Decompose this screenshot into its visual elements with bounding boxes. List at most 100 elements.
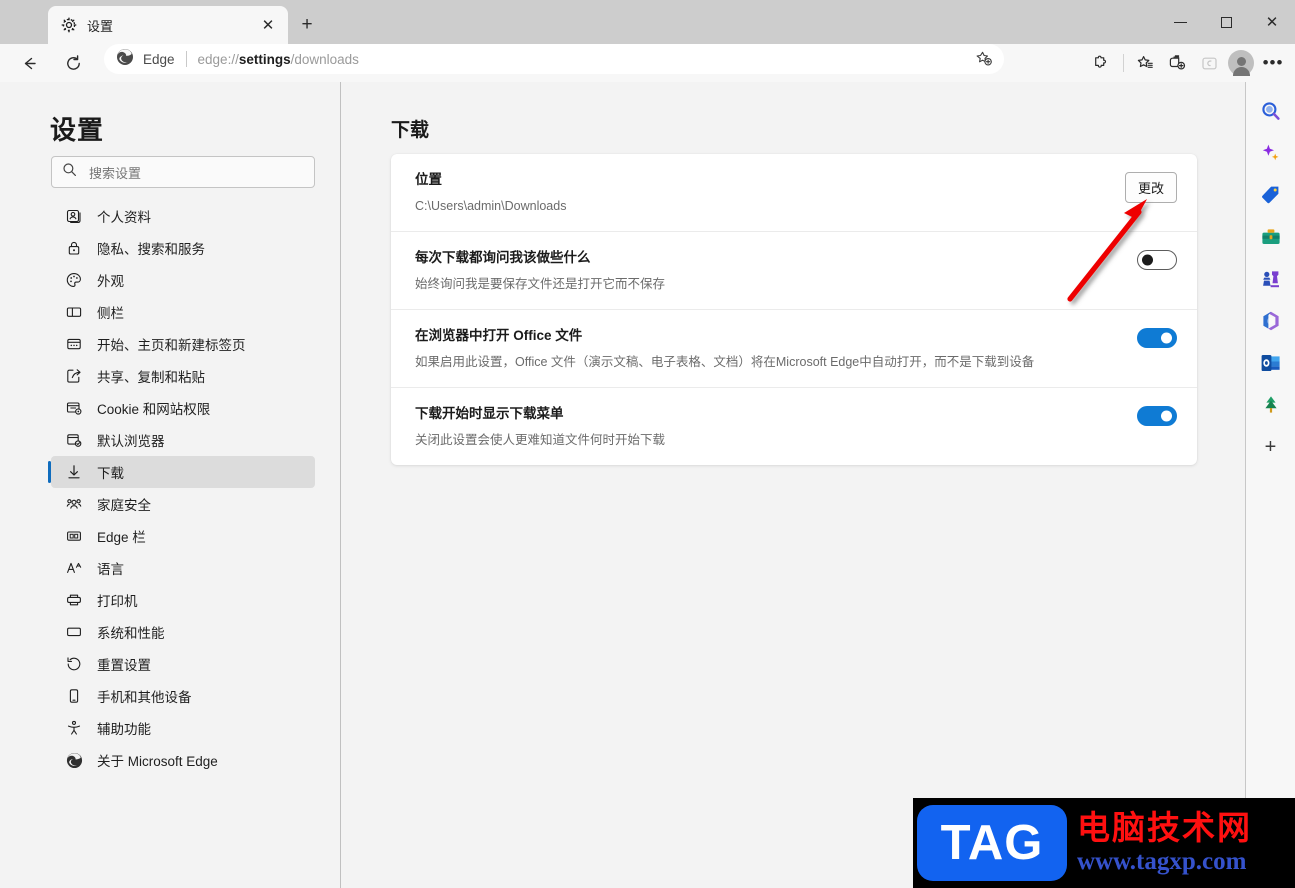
sidebar-item-default-browser[interactable]: 默认浏览器 bbox=[51, 424, 315, 456]
window-controls: ✕ bbox=[1157, 0, 1295, 44]
sidebar-item-label: 隐私、搜索和服务 bbox=[97, 242, 205, 257]
setting-title: 位置 bbox=[415, 172, 442, 187]
url-path: /downloads bbox=[290, 51, 359, 67]
sidebar-item-sidebar[interactable]: 侧栏 bbox=[51, 296, 315, 328]
sidebar-item-system-performance[interactable]: 系统和性能 bbox=[51, 616, 315, 648]
outlook-icon[interactable] bbox=[1254, 346, 1288, 380]
more-options-button[interactable]: ••• bbox=[1257, 47, 1289, 79]
sidebar-item-edge-bar[interactable]: Edge 栏 bbox=[51, 520, 315, 552]
add-sidebar-app-button[interactable]: + bbox=[1254, 430, 1288, 464]
sidebar-item-family-safety[interactable]: 家庭安全 bbox=[51, 488, 315, 520]
title-bar: 设置 ✕ + ✕ bbox=[0, 0, 1295, 44]
setting-subtitle: C:\Users\admin\Downloads bbox=[415, 199, 567, 213]
sidebar-item-share-copy-paste[interactable]: 共享、复制和粘贴 bbox=[51, 360, 315, 392]
setting-row-open-office-files: 在浏览器中打开 Office 文件 如果启用此设置，Office 文件（演示文稿… bbox=[391, 309, 1197, 387]
ask-each-time-toggle[interactable] bbox=[1137, 250, 1177, 270]
sidebar-item-label: 系统和性能 bbox=[97, 626, 165, 641]
sidebar-icon bbox=[65, 303, 83, 321]
search-icon[interactable] bbox=[1254, 94, 1288, 128]
avatar[interactable] bbox=[1225, 47, 1257, 79]
browser-tab[interactable]: 设置 ✕ bbox=[48, 6, 288, 44]
minimize-button[interactable] bbox=[1157, 0, 1203, 44]
setting-title: 在浏览器中打开 Office 文件 bbox=[415, 328, 583, 343]
change-location-button[interactable]: 更改 bbox=[1124, 172, 1177, 203]
sidebar-item-label: 个人资料 bbox=[97, 210, 151, 225]
setting-control bbox=[1137, 404, 1177, 426]
sidebar-item-label: 侧栏 bbox=[97, 306, 124, 321]
sidebar-item-appearance[interactable]: 外观 bbox=[51, 264, 315, 296]
games-chess-icon[interactable] bbox=[1254, 262, 1288, 296]
url-prefix: edge:// bbox=[197, 51, 239, 67]
collections-icon[interactable] bbox=[1161, 47, 1193, 79]
sidebar-item-accessibility[interactable]: 辅助功能 bbox=[51, 712, 315, 744]
sidebar-item-label: 开始、主页和新建标签页 bbox=[97, 338, 246, 353]
content-heading: 下载 bbox=[391, 120, 430, 141]
sidebar-item-cookies[interactable]: Cookie 和网站权限 bbox=[51, 392, 315, 424]
back-arrow-icon[interactable] bbox=[13, 47, 45, 79]
profile-icon bbox=[65, 207, 83, 225]
sidebar-item-label: 打印机 bbox=[97, 594, 138, 609]
settings-page: 设置 搜索设置 个人资料 隐私、搜索和服务 外观 侧栏 开始、主页和新建标签页 … bbox=[0, 82, 1246, 888]
family-icon bbox=[65, 495, 83, 513]
favorites-icon[interactable] bbox=[1129, 47, 1161, 79]
setting-control bbox=[1137, 248, 1177, 270]
show-download-menu-toggle[interactable] bbox=[1137, 406, 1177, 426]
open-office-files-toggle[interactable] bbox=[1137, 328, 1177, 348]
setting-title: 每次下载都询问我该做些什么 bbox=[415, 250, 591, 265]
watermark-site-url: www.tagxp.com bbox=[1077, 848, 1247, 875]
extensions-icon[interactable] bbox=[1086, 47, 1118, 79]
setting-text: 下载开始时显示下载菜单 关闭此设置会使人更难知道文件何时开始下载 bbox=[415, 404, 1137, 449]
sidebar-item-label: 辅助功能 bbox=[97, 722, 151, 737]
add-favorite-icon[interactable] bbox=[970, 45, 998, 73]
language-icon bbox=[65, 559, 83, 577]
sidebar-item-label: Edge 栏 bbox=[97, 530, 146, 545]
search-input[interactable]: 搜索设置 bbox=[51, 156, 315, 188]
sidebar-item-start-home-newtab[interactable]: 开始、主页和新建标签页 bbox=[51, 328, 315, 360]
sidebar-item-downloads[interactable]: 下载 bbox=[48, 456, 315, 488]
close-window-button[interactable]: ✕ bbox=[1249, 0, 1295, 44]
watermark-site-name: 电脑技术网 bbox=[1077, 808, 1252, 847]
shopping-tag-icon[interactable] bbox=[1254, 178, 1288, 212]
search-placeholder: 搜索设置 bbox=[89, 165, 142, 181]
settings-sidebar: 设置 搜索设置 个人资料 隐私、搜索和服务 外观 侧栏 开始、主页和新建标签页 … bbox=[0, 82, 341, 888]
toolbar-right-actions: ••• bbox=[1086, 44, 1289, 82]
edge-sidebar-rail: + bbox=[1246, 82, 1295, 888]
split-screen-icon[interactable] bbox=[1193, 47, 1225, 79]
sidebar-item-label: 重置设置 bbox=[97, 658, 151, 673]
watermark: TAG 电脑技术网 www.tagxp.com bbox=[913, 798, 1295, 888]
page-title: 设置 bbox=[50, 115, 105, 145]
setting-subtitle: 如果启用此设置，Office 文件（演示文稿、电子表格、文档）将在Microso… bbox=[415, 355, 1035, 369]
close-tab-icon[interactable]: ✕ bbox=[256, 13, 280, 37]
sidebar-item-label: 下载 bbox=[97, 466, 124, 481]
sidebar-item-phone-devices[interactable]: 手机和其他设备 bbox=[51, 680, 315, 712]
maximize-button[interactable] bbox=[1203, 0, 1249, 44]
sidebar-item-profile[interactable]: 个人资料 bbox=[51, 200, 315, 232]
sidebar-item-about-edge[interactable]: 关于 Microsoft Edge bbox=[51, 744, 315, 776]
gear-icon bbox=[60, 16, 78, 34]
sidebar-item-label: 关于 Microsoft Edge bbox=[97, 754, 218, 769]
copilot-sparkle-icon[interactable] bbox=[1254, 136, 1288, 170]
new-tab-button[interactable]: + bbox=[293, 11, 321, 39]
reload-icon[interactable] bbox=[57, 47, 89, 79]
sidebar-item-reset-settings[interactable]: 重置设置 bbox=[51, 648, 315, 680]
tools-briefcase-icon[interactable] bbox=[1254, 220, 1288, 254]
download-icon bbox=[65, 463, 83, 481]
microsoft365-icon[interactable] bbox=[1254, 304, 1288, 338]
sidebar-item-privacy[interactable]: 隐私、搜索和服务 bbox=[51, 232, 315, 264]
sidebar-item-printers[interactable]: 打印机 bbox=[51, 584, 315, 616]
address-bar[interactable]: Edge edge://settings/downloads bbox=[104, 44, 1004, 74]
omnibox-url: edge://settings/downloads bbox=[198, 52, 970, 67]
downloads-settings-card: 位置 C:\Users\admin\Downloads 更改 每次下载都询问我该… bbox=[391, 154, 1197, 465]
setting-text: 在浏览器中打开 Office 文件 如果启用此设置，Office 文件（演示文稿… bbox=[415, 326, 1137, 371]
printer-icon bbox=[65, 591, 83, 609]
reset-icon bbox=[65, 655, 83, 673]
drop-tree-icon[interactable] bbox=[1254, 388, 1288, 422]
sidebar-item-label: 语言 bbox=[97, 562, 124, 577]
edge-bar-icon bbox=[65, 527, 83, 545]
sidebar-item-languages[interactable]: 语言 bbox=[51, 552, 315, 584]
setting-row-location: 位置 C:\Users\admin\Downloads 更改 bbox=[391, 154, 1197, 231]
setting-row-show-download-menu: 下载开始时显示下载菜单 关闭此设置会使人更难知道文件何时开始下载 bbox=[391, 387, 1197, 465]
share-icon bbox=[65, 367, 83, 385]
palette-icon bbox=[65, 271, 83, 289]
setting-subtitle: 关闭此设置会使人更难知道文件何时开始下载 bbox=[415, 433, 666, 447]
